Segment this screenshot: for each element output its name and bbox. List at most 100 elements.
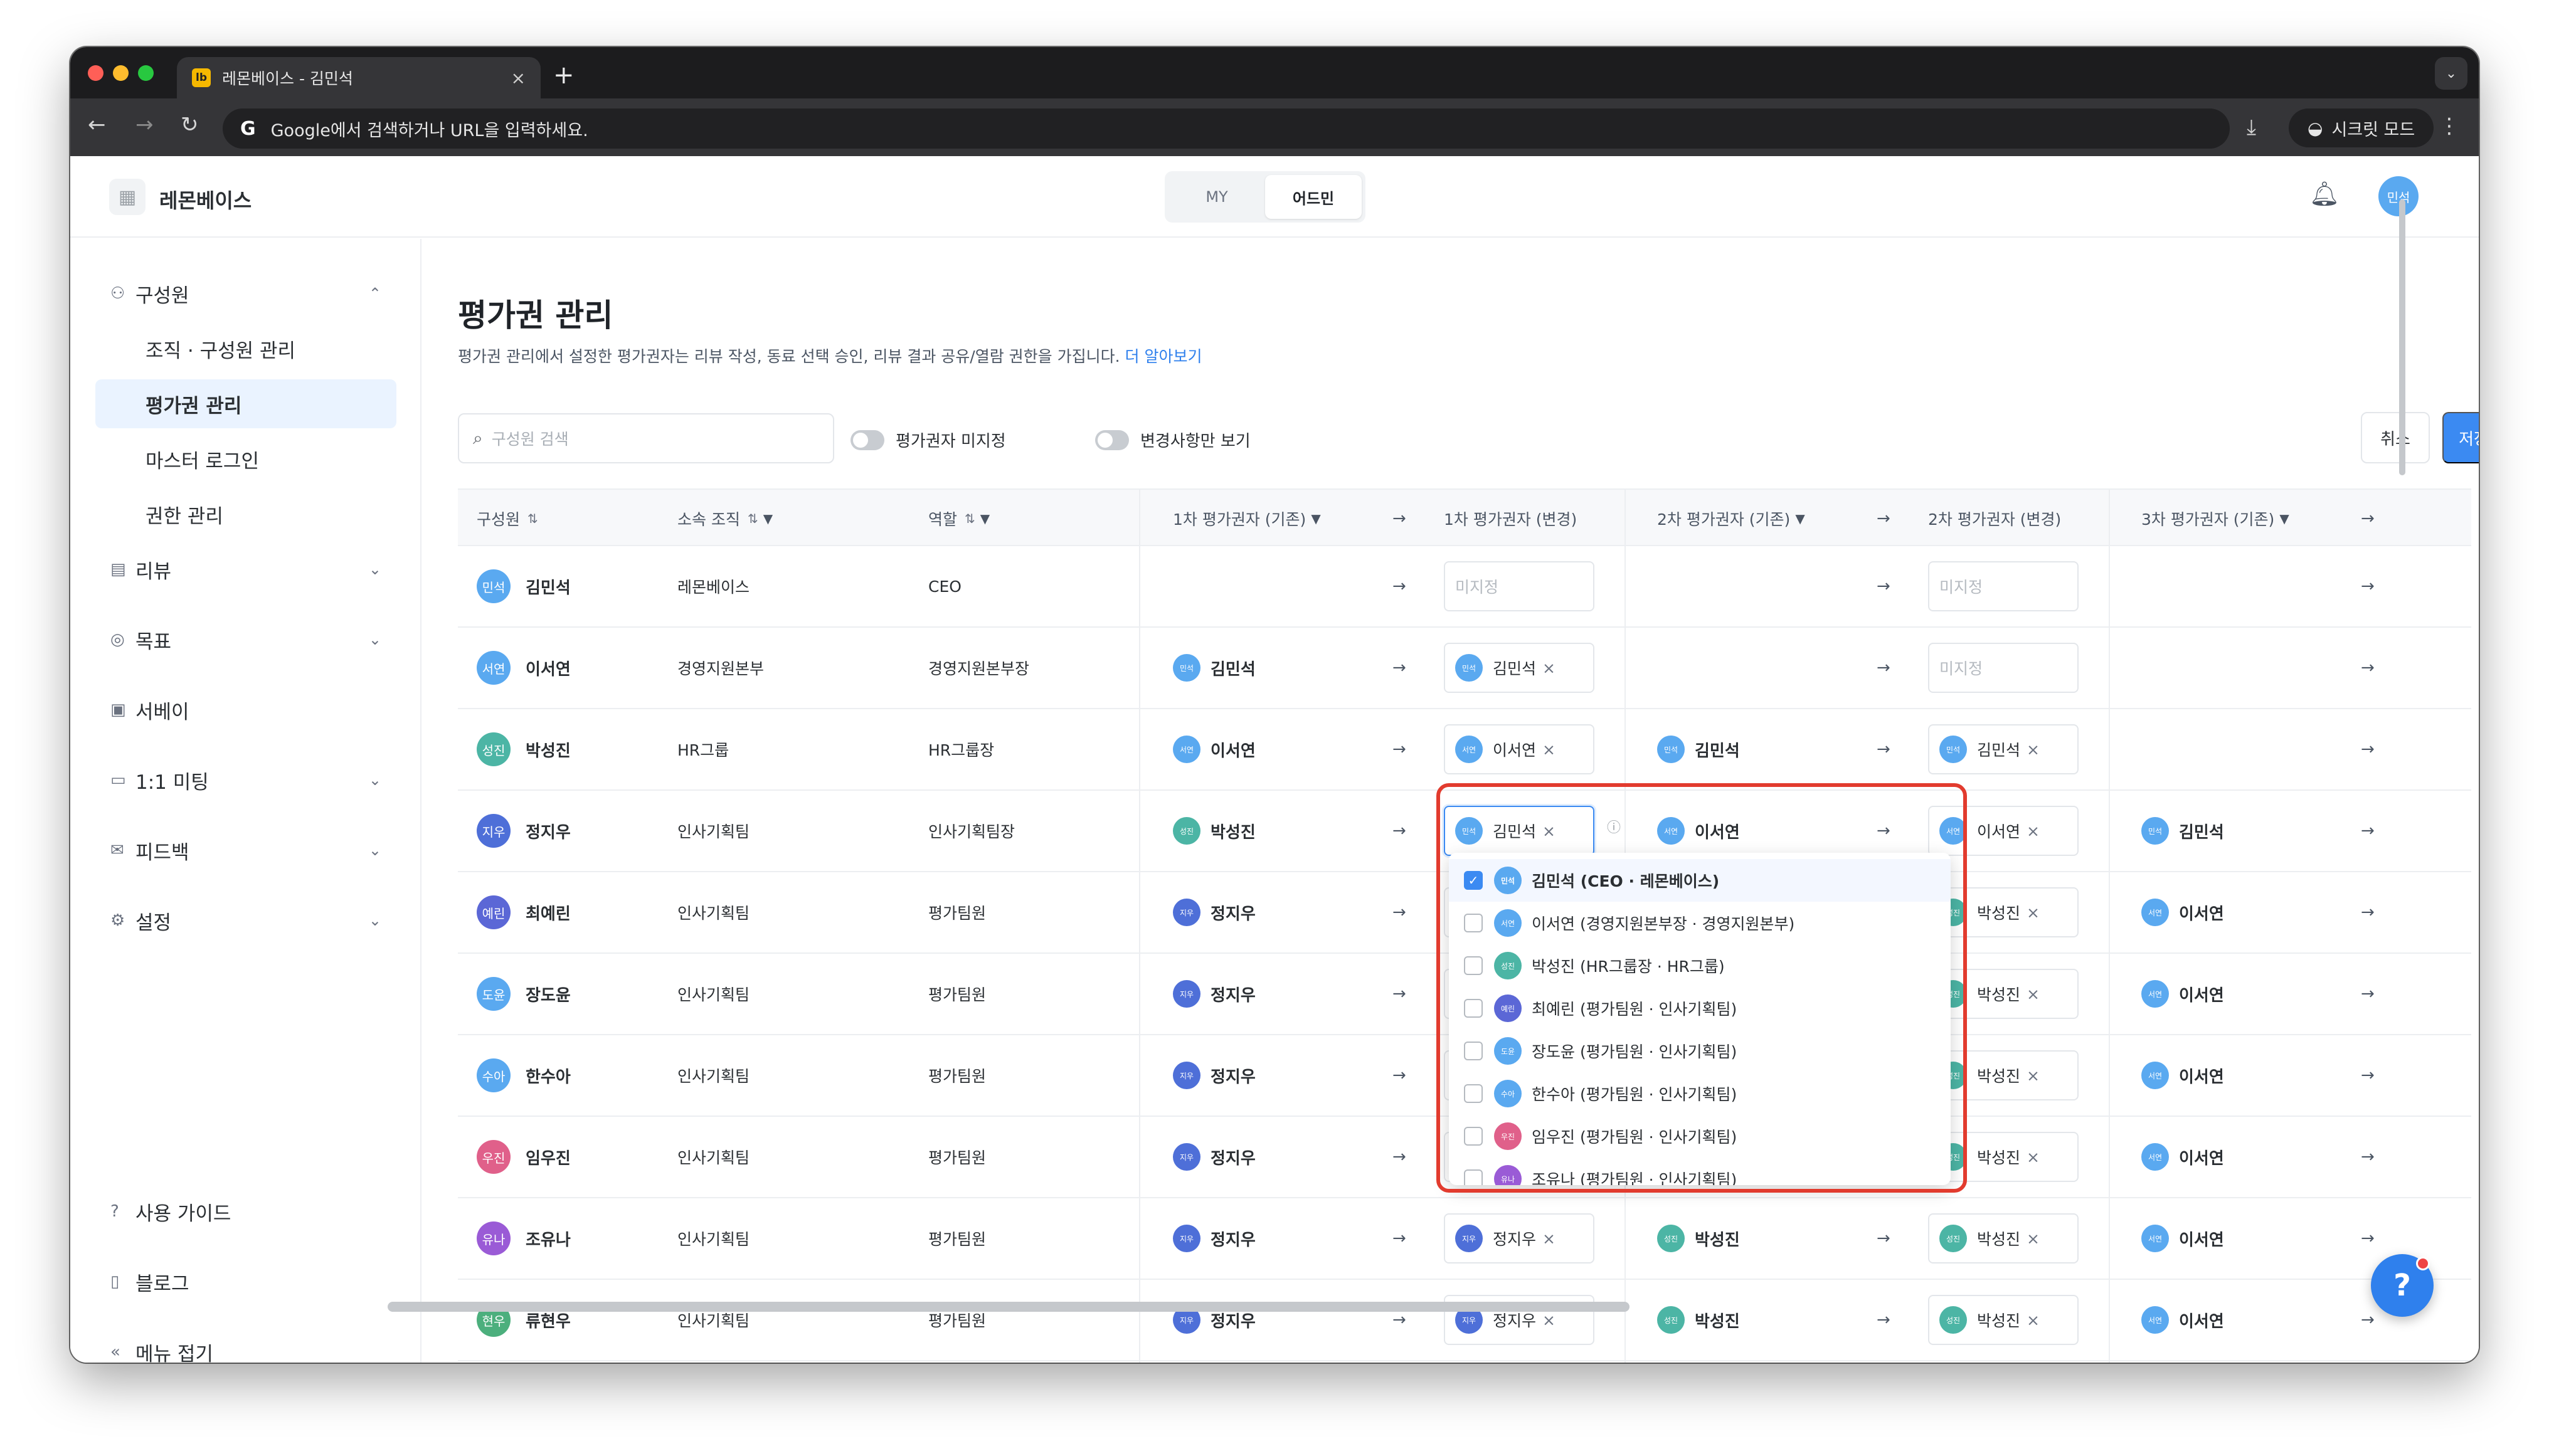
sidebar-bottom-item-1[interactable]: ▯ 블로그 [95,1257,396,1306]
remove-chip-icon[interactable]: × [1542,1311,1555,1329]
table-row[interactable]: 유나 조유나 인사기획팀 평가팀원 지우 정지우 지우 정지우 × 성진 박성진 성진 박성진 × 서연 이서… [458,1198,2471,1280]
forward-icon[interactable]: → [135,112,154,137]
column-header[interactable]: 3차 평가권자 (기존) ▼ [2141,490,2289,547]
horizontal-scrollbar[interactable] [388,1302,1630,1312]
chevron-icon[interactable]: ⌄ [369,841,381,859]
member-name[interactable]: 조유나 [526,1227,571,1250]
sidebar-item-6[interactable]: ◎ 목표 ⌄ [95,615,396,664]
evaluator-select[interactable]: 서연 이서연 × [1444,724,1594,774]
evaluator-select[interactable]: 민석 김민석 × [1928,724,2079,774]
close-window-button[interactable] [88,65,103,81]
remove-chip-icon[interactable]: × [2027,741,2040,759]
evaluator-select[interactable]: 성진 박성진 × [1928,1295,2079,1345]
close-tab-icon[interactable]: × [511,68,526,88]
cancel-button[interactable]: 취소 [2361,412,2430,463]
sidebar-bottom-item-0[interactable]: ? 사용 가이드 [95,1187,396,1236]
remove-chip-icon[interactable]: × [2027,1230,2040,1248]
evaluator-select[interactable]: 성진 박성진 × [1928,1213,2079,1263]
remove-chip-icon[interactable]: × [2027,822,2040,840]
chevron-icon[interactable]: ⌄ [369,631,381,648]
remove-chip-icon[interactable]: × [1542,659,1555,677]
remove-chip-icon[interactable]: × [2027,1311,2040,1329]
column-header[interactable]: 구성원 ⇅ [477,490,538,547]
member-name[interactable]: 한수아 [526,1064,571,1087]
bell-icon[interactable]: 🔔︎ [2309,180,2340,208]
chevron-icon[interactable]: ⌄ [369,912,381,929]
column-header[interactable]: 소속 조직 ⇅ ▼ [677,490,773,547]
new-tab-button[interactable]: + [553,61,575,90]
minimize-window-button[interactable] [113,65,129,81]
column-header[interactable]: 1차 평가권자 (변경) [1444,490,1577,547]
back-icon[interactable]: ← [88,112,106,137]
incognito-badge[interactable]: ◒ 시크릿 모드 [2289,108,2434,147]
help-button[interactable]: ? [2371,1254,2434,1317]
evaluator-select[interactable]: 미지정 [1444,561,1594,611]
sidebar-item-5[interactable]: ▤ 리뷰 ⌄ [95,545,396,594]
evaluator-select[interactable]: 미지정 [1928,643,2079,693]
filter-icon[interactable]: ▼ [1311,511,1320,526]
remove-chip-icon[interactable]: × [1542,1230,1555,1248]
mode-my[interactable]: MY [1169,175,1265,219]
sidebar-item-9[interactable]: ✉ 피드백 ⌄ [95,826,396,875]
remove-chip-icon[interactable]: × [2027,904,2040,922]
column-header[interactable]: 역할 ⇅ ▼ [928,490,990,547]
download-icon[interactable]: ⤓ [2247,115,2256,140]
avatar[interactable]: 민석 [2378,176,2419,216]
chevron-icon[interactable]: ⌄ [369,771,381,789]
member-name[interactable]: 임우진 [526,1146,571,1169]
evaluator-select[interactable]: 민석 김민석 × [1444,643,1594,693]
sort-icon[interactable]: ⇅ [527,511,538,526]
tab-search-button[interactable]: ⌄ [2435,57,2467,90]
column-header[interactable]: 1차 평가권자 (기존) ▼ [1173,490,1321,547]
table-row[interactable]: 성진 박성진 HR그룹 HR그룹장 서연 이서연 서연 이서연 × 민석 김민석 민석 김민석 × → → → [458,709,2471,791]
reload-icon[interactable]: ↻ [181,112,199,137]
browser-menu-icon[interactable]: ⋮ [2439,113,2460,139]
save-button[interactable]: 저장 [2442,412,2479,463]
brand-name[interactable]: 레몬베이스 [159,185,252,214]
remove-chip-icon[interactable]: × [2027,985,2040,1003]
sort-icon[interactable]: ⇅ [748,511,758,526]
toggle-changes-only[interactable]: 변경사항만 보기 [1095,428,1251,451]
filter-icon[interactable]: ▼ [1795,511,1804,526]
table-row[interactable]: 서연 이서연 경영지원본부 경영지원본부장 민석 김민석 민석 김민석 × 미지정 → → → [458,628,2471,709]
toggle-switch[interactable] [851,430,884,450]
member-name[interactable]: 김민석 [526,575,571,598]
chevron-icon[interactable]: ⌄ [369,561,381,578]
sort-icon[interactable]: ⇅ [965,511,975,526]
building-icon[interactable]: ▦ [109,179,146,215]
sidebar-bottom-item-2[interactable]: « 메뉴 접기 [95,1327,396,1363]
sidebar-item-8[interactable]: ▭ 1:1 미팅 ⌄ [95,756,396,804]
evaluator-select[interactable]: 미지정 [1928,561,2079,611]
remove-chip-icon[interactable]: × [1542,741,1555,759]
filter-icon[interactable]: ▼ [2279,511,2289,526]
sidebar-item-10[interactable]: ⚙ 설정 ⌄ [95,896,396,945]
table-row[interactable]: 민석 김민석 레몬베이스 CEO 미지정 미지정 → → → [458,546,2471,628]
vertical-scrollbar[interactable] [2399,199,2405,475]
member-name[interactable]: 이서연 [526,657,571,680]
evaluator-select[interactable]: 지우 정지우 × [1444,1213,1594,1263]
sidebar-item-7[interactable]: ▣ 서베이 [95,685,396,734]
filter-icon[interactable]: ▼ [763,511,773,526]
member-name[interactable]: 최예린 [526,901,571,924]
remove-chip-icon[interactable]: × [2027,1067,2040,1085]
browser-tab[interactable]: lb 레몬베이스 - 김민석 × [177,57,541,98]
column-header[interactable]: 2차 평가권자 (변경) [1928,490,2061,547]
address-bar[interactable]: G Google에서 검색하거나 URL을 입력하세요. [223,108,2230,149]
sidebar-item-2[interactable]: 평가권 관리 [95,379,396,428]
toggle-unassigned[interactable]: 평가권자 미지정 [851,428,1006,451]
member-search-input[interactable]: ⌕ 구성원 검색 [458,413,834,463]
learn-more-link[interactable]: 더 알아보기 [1125,347,1202,366]
member-name[interactable]: 장도윤 [526,983,571,1006]
filter-icon[interactable]: ▼ [980,511,990,526]
chevron-icon[interactable]: ⌃ [369,285,381,302]
member-name[interactable]: 정지우 [526,820,571,843]
member-name[interactable]: 박성진 [526,738,571,761]
maximize-window-button[interactable] [138,65,154,81]
toggle-switch[interactable] [1095,430,1129,450]
table-row[interactable]: 현우 류현우 인사기획팀 평가팀원 지우 정지우 지우 정지우 × 성진 박성진 성진 박성진 × 서연 이서… [458,1280,2471,1361]
mode-admin[interactable]: 어드민 [1265,175,1362,219]
remove-chip-icon[interactable]: × [2027,1148,2040,1166]
column-header[interactable]: 2차 평가권자 (기존) ▼ [1657,490,1805,547]
member-name[interactable]: 류현우 [526,1309,571,1332]
sidebar-item-3[interactable]: 마스터 로그인 [95,435,396,483]
